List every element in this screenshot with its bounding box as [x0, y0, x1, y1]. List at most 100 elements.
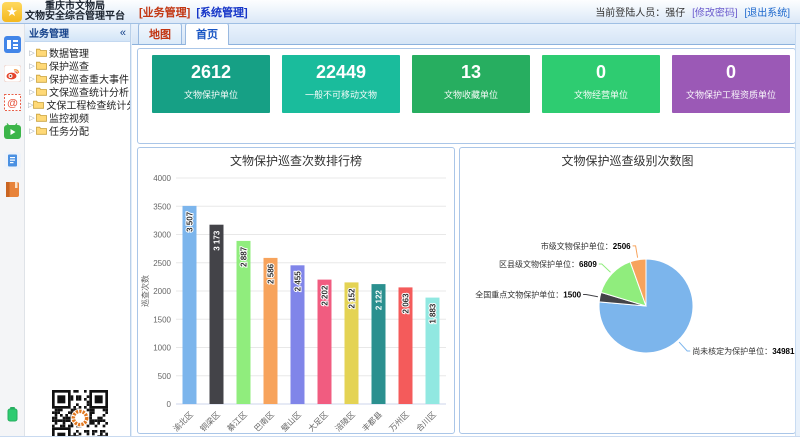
- svg-text:4000: 4000: [153, 174, 171, 183]
- svg-text:2500: 2500: [153, 259, 171, 268]
- bar-value-label: 2 202: [321, 285, 330, 306]
- stat-label: 文物经营单位: [542, 88, 660, 101]
- bar-category-label: 璧山区: [279, 409, 303, 433]
- stat-card-3: 0文物经营单位: [542, 55, 660, 113]
- pie-chart-title: 文物保护巡查级别次数图: [561, 153, 693, 168]
- pie-chart-panel: 文物保护巡查级别次数图尚未核定为保护单位：34981 全国重点文物保护单位：150…: [459, 147, 796, 434]
- bar-category-label: 渝北区: [171, 409, 195, 433]
- bar-value-label: 2 152: [348, 288, 357, 309]
- qr-code: [52, 390, 108, 436]
- folder-icon: [36, 74, 47, 83]
- svg-text:1500: 1500: [153, 315, 171, 324]
- change-password-link[interactable]: [修改密码]: [692, 8, 738, 19]
- bar-category-label: 铜梁区: [198, 409, 222, 433]
- svg-text:3000: 3000: [153, 231, 171, 240]
- bar-category-label: 大足区: [306, 409, 330, 433]
- bar-category-label: 万州区: [388, 410, 411, 433]
- body: @ 业务管理 « ▷数据管理▷保护巡查▷保护巡查重大事件▷文保巡查统计分析▷文保…: [0, 24, 800, 436]
- stat-value: 13: [412, 62, 530, 82]
- bar-category-label: 合川区: [414, 409, 438, 433]
- stat-value: 0: [672, 62, 790, 82]
- main-area: 地图首页 2612文物保护单位22449一般不可移动文物13文物收藏单位0文物经…: [131, 24, 800, 436]
- folder-icon: [33, 100, 44, 109]
- stat-label: 文物收藏单位: [412, 88, 530, 101]
- notebook-icon[interactable]: [4, 181, 21, 198]
- user-bar: 当前登陆人员：强仔 [修改密码] [退出系统]: [595, 4, 790, 19]
- stat-label: 文物保护工程资质单位: [672, 88, 790, 101]
- window-scrollbar[interactable]: [795, 24, 800, 436]
- tree-panel-title: 业务管理: [29, 25, 120, 40]
- logout-link[interactable]: [退出系统]: [744, 8, 790, 19]
- stat-card-2: 13 文物收藏单位: [412, 55, 530, 113]
- svg-text:1000: 1000: [153, 344, 171, 353]
- at-icon[interactable]: @: [4, 94, 21, 111]
- tab-0[interactable]: 地图: [138, 22, 182, 44]
- bar-chart-title: 文物保护巡查次数排行榜: [230, 153, 362, 168]
- collapse-panel-icon[interactable]: «: [120, 26, 126, 40]
- expand-arrow-icon[interactable]: ▷: [28, 62, 36, 70]
- stat-cards-panel: 2612文物保护单位22449一般不可移动文物13文物收藏单位0文物经营单位0文…: [137, 48, 796, 144]
- stat-card-0: 2612文物保护单位: [152, 55, 270, 113]
- stat-label: 文物保护单位: [152, 88, 270, 101]
- bar-chart-ylabel: 巡查次数: [140, 275, 150, 307]
- tree-menu: ▷数据管理▷保护巡查▷保护巡查重大事件▷文保巡查统计分析▷文保工程检查统计分析▷…: [25, 42, 130, 137]
- bar-category-label: 丰都县: [360, 409, 384, 433]
- pie-slice-label-0: 尚未核定为保护单位：34981: [692, 346, 795, 356]
- pie-slice-label-2: 区县级文物保护单位：6809: [499, 259, 597, 269]
- tree-item-6[interactable]: ▷任务分配: [28, 124, 130, 137]
- folder-icon: [36, 61, 47, 70]
- stat-card-1: 22449 一般不可移动文物: [282, 55, 400, 113]
- bar-chart: 文物保护巡查次数排行榜05001000150020002500300035004…: [138, 148, 454, 433]
- tab-1[interactable]: 首页: [185, 22, 229, 45]
- tab-label: 首页: [196, 29, 218, 41]
- top-nav: [业务管理] [系统管理]: [139, 4, 248, 20]
- bar-category-label: 巴南区: [252, 409, 276, 433]
- bar-value-label: 2 455: [294, 271, 303, 292]
- nav-business-management[interactable]: [业务管理]: [139, 4, 190, 20]
- svg-text:0: 0: [167, 400, 172, 409]
- app-icon-strip: @: [0, 24, 25, 436]
- nav-system-management[interactable]: [系统管理]: [196, 4, 247, 20]
- sidebar-tree-panel: 业务管理 « ▷数据管理▷保护巡查▷保护巡查重大事件▷文保巡查统计分析▷文保工程…: [25, 24, 131, 436]
- stat-value: 22449: [282, 62, 400, 82]
- svg-text:500: 500: [158, 372, 172, 381]
- expand-arrow-icon[interactable]: ▷: [28, 88, 36, 96]
- tab-label: 地图: [149, 29, 171, 41]
- org-name: 重庆市文物局: [25, 2, 125, 12]
- bar-value-label: 1 883: [429, 303, 438, 324]
- app-title: 重庆市文物局 文物安全综合管理平台: [25, 2, 125, 22]
- document-icon[interactable]: [4, 152, 21, 169]
- battery-icon[interactable]: [4, 405, 21, 422]
- weibo-icon[interactable]: [4, 65, 21, 82]
- pie-slice-label-1: 全国重点文物保护单位：1500: [475, 290, 581, 300]
- bar: [183, 206, 197, 404]
- expand-arrow-icon[interactable]: ▷: [28, 127, 36, 135]
- app-logo-star-icon: ★: [2, 2, 22, 22]
- pie-chart: 文物保护巡查级别次数图尚未核定为保护单位：34981 全国重点文物保护单位：150…: [460, 148, 795, 433]
- panels-icon[interactable]: [4, 36, 21, 53]
- folder-icon: [36, 126, 47, 135]
- stat-label: 一般不可移动文物: [282, 88, 400, 101]
- svg-text:@: @: [7, 98, 18, 110]
- expand-arrow-icon[interactable]: ▷: [28, 49, 36, 57]
- platform-name: 文物安全综合管理平台: [25, 12, 125, 22]
- bar-value-label: 2 887: [240, 246, 249, 267]
- bar-chart-panel: 文物保护巡查次数排行榜05001000150020002500300035004…: [137, 147, 455, 434]
- bar-category-label: 涪陵区: [333, 409, 357, 433]
- header: ★ 重庆市文物局 文物安全综合管理平台 [业务管理] [系统管理] 当前登陆人员…: [0, 0, 800, 24]
- bar-value-label: 2 122: [375, 290, 384, 311]
- folder-icon: [36, 48, 47, 57]
- folder-icon: [36, 113, 47, 122]
- video-icon[interactable]: [4, 123, 21, 140]
- folder-icon: [36, 87, 47, 96]
- application-window: ★ 重庆市文物局 文物安全综合管理平台 [业务管理] [系统管理] 当前登陆人员…: [0, 0, 800, 437]
- stat-card-4: 0 文物保护工程资质单位: [672, 55, 790, 113]
- bar-category-label: 綦江区: [225, 409, 249, 433]
- bar-value-label: 3 173: [213, 230, 222, 251]
- current-user-label: 当前登陆人员：强仔: [595, 8, 685, 19]
- tree-panel-header: 业务管理 «: [25, 24, 130, 42]
- tab-bar: 地图 首页: [132, 24, 800, 45]
- expand-arrow-icon[interactable]: ▷: [28, 75, 36, 83]
- pie-slice-label-3: 市级文物保护单位：2506: [541, 241, 631, 251]
- expand-arrow-icon[interactable]: ▷: [28, 114, 36, 122]
